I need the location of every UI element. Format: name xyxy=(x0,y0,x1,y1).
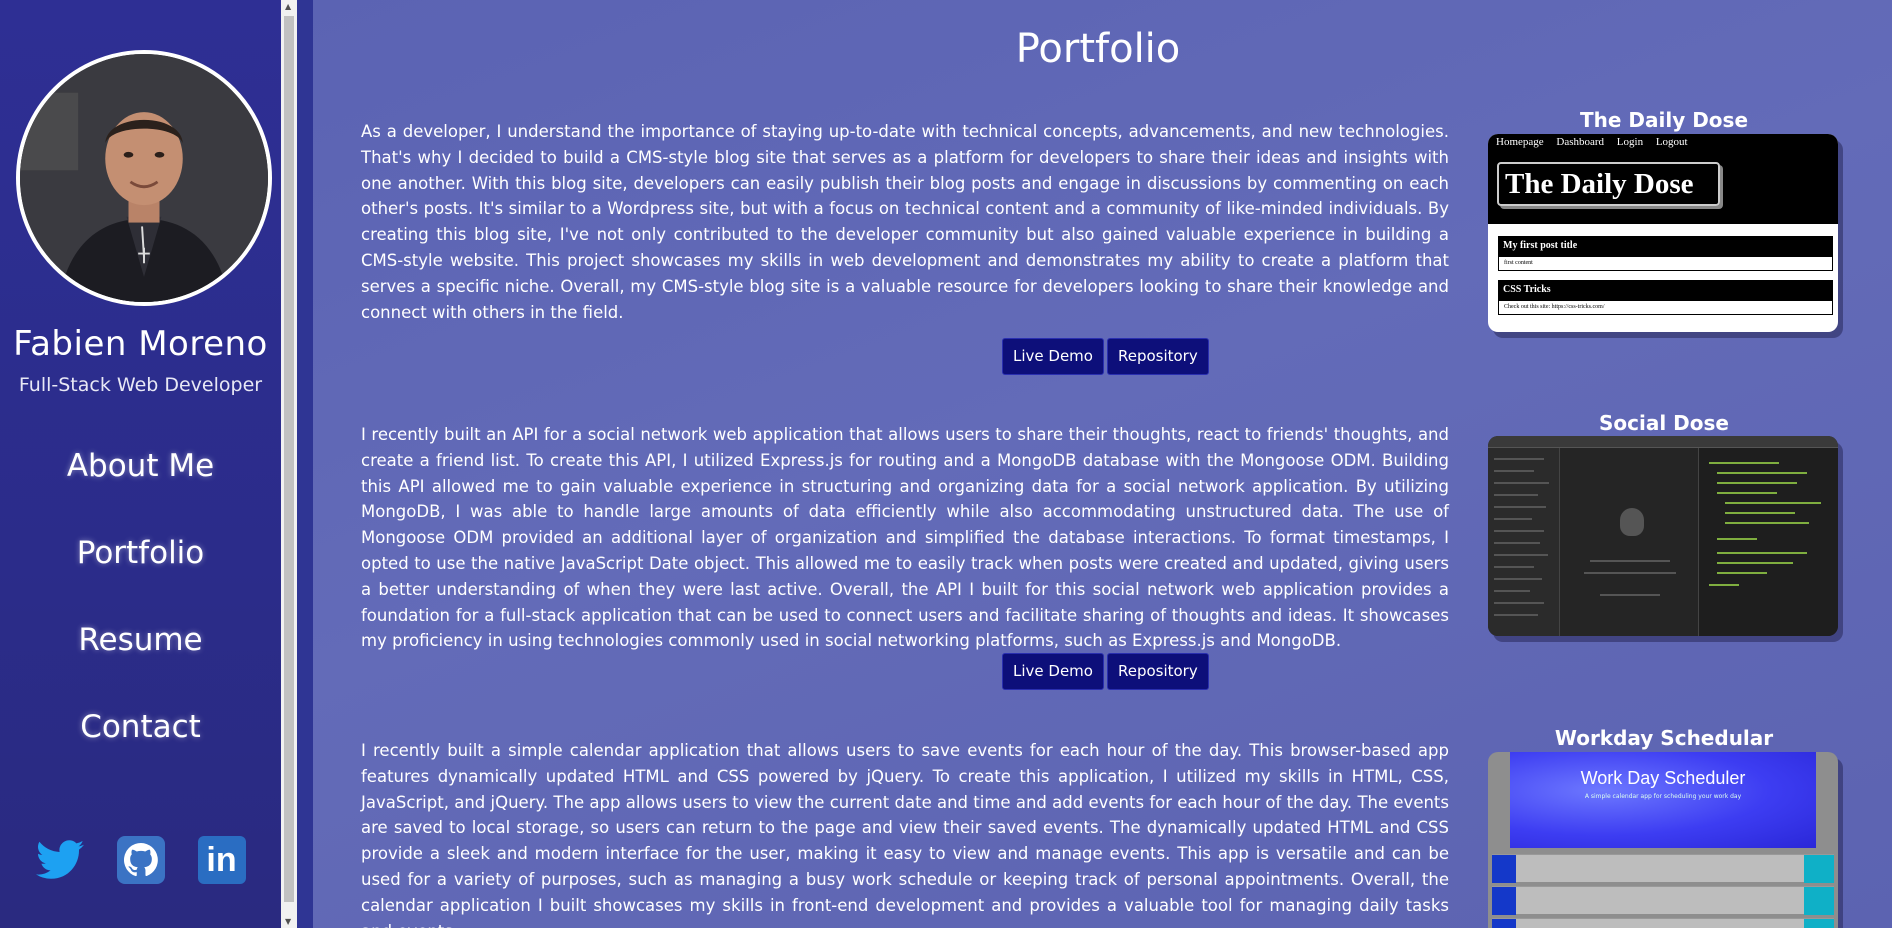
project-description: As a developer, I understand the importa… xyxy=(361,122,1449,322)
project-actions: Live Demo Repository xyxy=(1002,653,1209,690)
preview-logo: The Daily Dose xyxy=(1497,162,1720,206)
repository-button[interactable]: Repository xyxy=(1106,653,1209,690)
project-preview-image[interactable]: Work Day Scheduler A simple calendar app… xyxy=(1488,752,1838,928)
preview-post-body: Check out this site: https://css-tricks.… xyxy=(1498,300,1833,315)
bug-icon xyxy=(1620,508,1644,536)
nav-resume[interactable]: Resume xyxy=(0,614,281,701)
project-title: Workday Schedular xyxy=(1554,726,1774,750)
preview-post-title: CSS Tricks xyxy=(1498,280,1833,300)
preview-post-body: first content xyxy=(1498,256,1833,271)
social-links: in xyxy=(0,836,281,884)
nav-about-me[interactable]: About Me xyxy=(0,440,281,527)
preview-post-title: My first post title xyxy=(1498,236,1833,256)
project-title: Social Dose xyxy=(1599,411,1729,435)
project-description: I recently built an API for a social net… xyxy=(361,425,1449,651)
page-title: Portfolio xyxy=(1015,26,1181,72)
portfolio-section: Portfolio As a developer, I understand t… xyxy=(313,0,1892,928)
preview-title: Work Day Scheduler xyxy=(1580,768,1746,788)
project-description: I recently built a simple calendar appli… xyxy=(361,741,1449,928)
nav-portfolio[interactable]: Portfolio xyxy=(0,527,281,614)
github-icon[interactable] xyxy=(116,836,165,884)
project-preview-image[interactable] xyxy=(1488,436,1838,636)
profile-role: Full-Stack Web Developer xyxy=(18,374,263,396)
live-demo-button[interactable]: Live Demo xyxy=(1002,653,1104,690)
project-preview-image[interactable]: Homepage Dashboard Login Logout The Dail… xyxy=(1488,134,1838,332)
sidebar: Fabien Moreno Full-Stack Web Developer A… xyxy=(0,0,281,928)
repository-button[interactable]: Repository xyxy=(1106,338,1209,375)
preview-nav: Homepage Dashboard Login Logout xyxy=(1496,136,1688,148)
scroll-down-icon[interactable]: ▼ xyxy=(285,917,291,926)
divider xyxy=(297,0,313,928)
profile-name: Fabien Moreno xyxy=(13,324,268,364)
linkedin-icon[interactable]: in xyxy=(197,836,246,884)
twitter-icon[interactable] xyxy=(35,836,84,884)
vertical-scrollbar[interactable]: ▲ ▼ xyxy=(281,0,297,928)
preview-subtitle: A simple calendar app for scheduling you… xyxy=(1584,793,1742,800)
scrollbar-thumb[interactable] xyxy=(284,16,294,902)
live-demo-button[interactable]: Live Demo xyxy=(1002,338,1104,375)
profile-photo xyxy=(20,54,268,302)
avatar xyxy=(16,50,272,306)
scroll-up-icon[interactable]: ▲ xyxy=(285,2,291,11)
nav-contact[interactable]: Contact xyxy=(0,701,281,788)
project-actions: Live Demo Repository xyxy=(1002,338,1209,375)
main-nav: About Me Portfolio Resume Contact xyxy=(0,440,281,788)
project-title: The Daily Dose xyxy=(1579,108,1749,132)
